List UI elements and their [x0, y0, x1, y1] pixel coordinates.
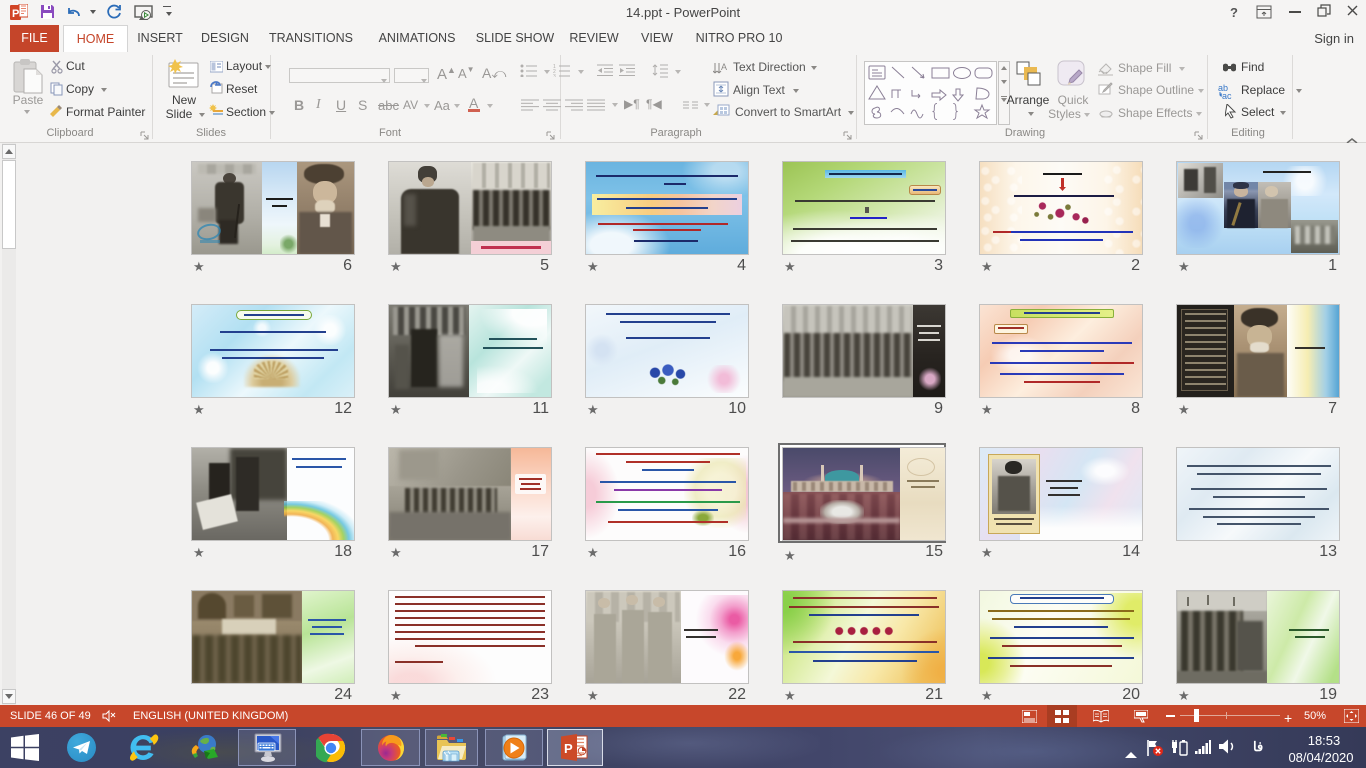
svg-text:P: P	[564, 741, 573, 756]
svg-text:ac: ac	[1222, 91, 1232, 99]
svg-text:A: A	[721, 62, 727, 72]
svg-text:3: 3	[553, 74, 556, 77]
